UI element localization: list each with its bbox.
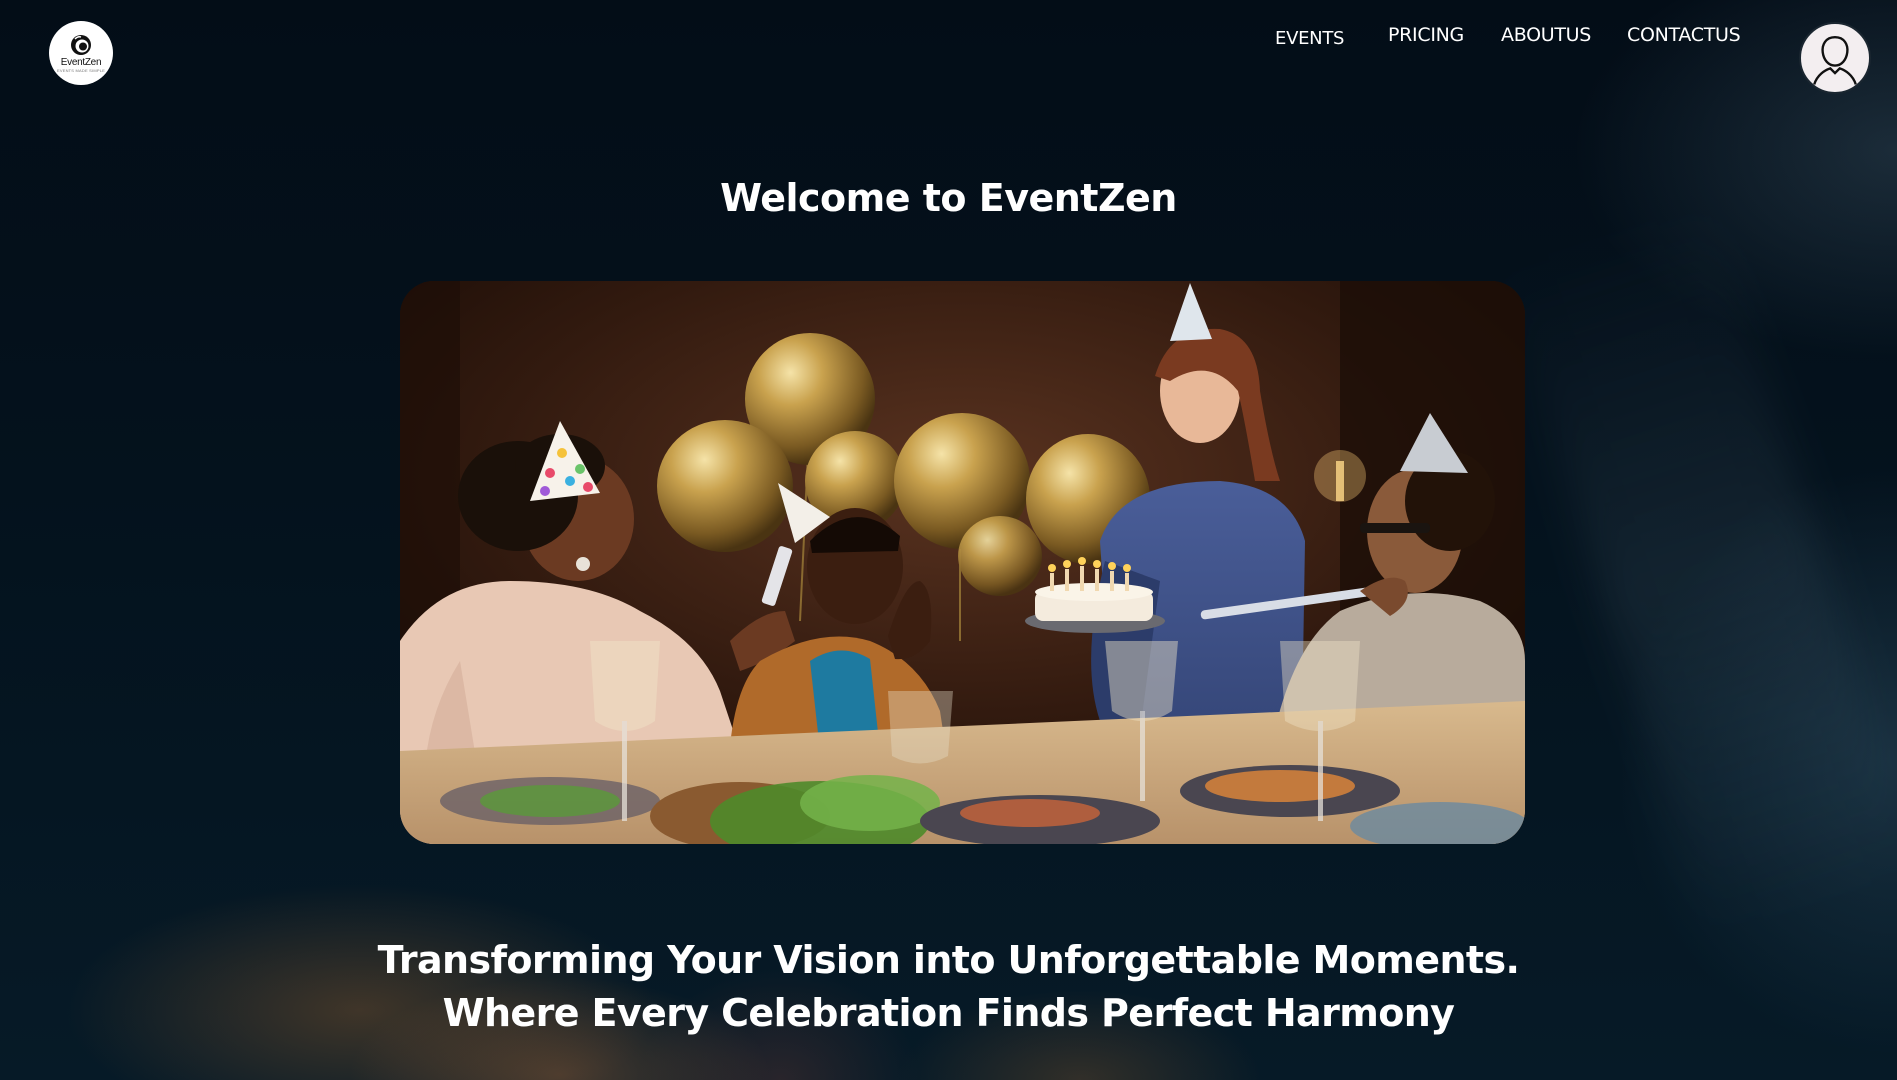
- eventzen-logo[interactable]: EventZen EVENTS MADE SIMPLE: [49, 21, 113, 85]
- nav-link-events[interactable]: EVENTS: [1275, 28, 1344, 49]
- logo-mark-icon: [71, 35, 91, 55]
- nav-link-aboutus[interactable]: ABOUTUS: [1501, 24, 1591, 46]
- nav-link-contactus[interactable]: CONTACTUS: [1627, 24, 1741, 46]
- page-title: Welcome to EventZen: [720, 176, 1177, 220]
- user-avatar-button[interactable]: [1799, 22, 1871, 94]
- user-avatar-icon: [1802, 25, 1868, 91]
- hero-tagline: Transforming Your Vision into Unforgetta…: [0, 934, 1897, 1040]
- nav-link-pricing[interactable]: PRICING: [1388, 24, 1464, 46]
- logo-name: EventZen: [60, 57, 102, 68]
- hero-image: [400, 281, 1525, 844]
- tagline-line-1: Transforming Your Vision into Unforgetta…: [377, 938, 1520, 982]
- logo-tagline: EVENTS MADE SIMPLE: [56, 68, 106, 73]
- party-photo-illustration: [400, 281, 1525, 844]
- tagline-line-2: Where Every Celebration Finds Perfect Ha…: [442, 991, 1455, 1035]
